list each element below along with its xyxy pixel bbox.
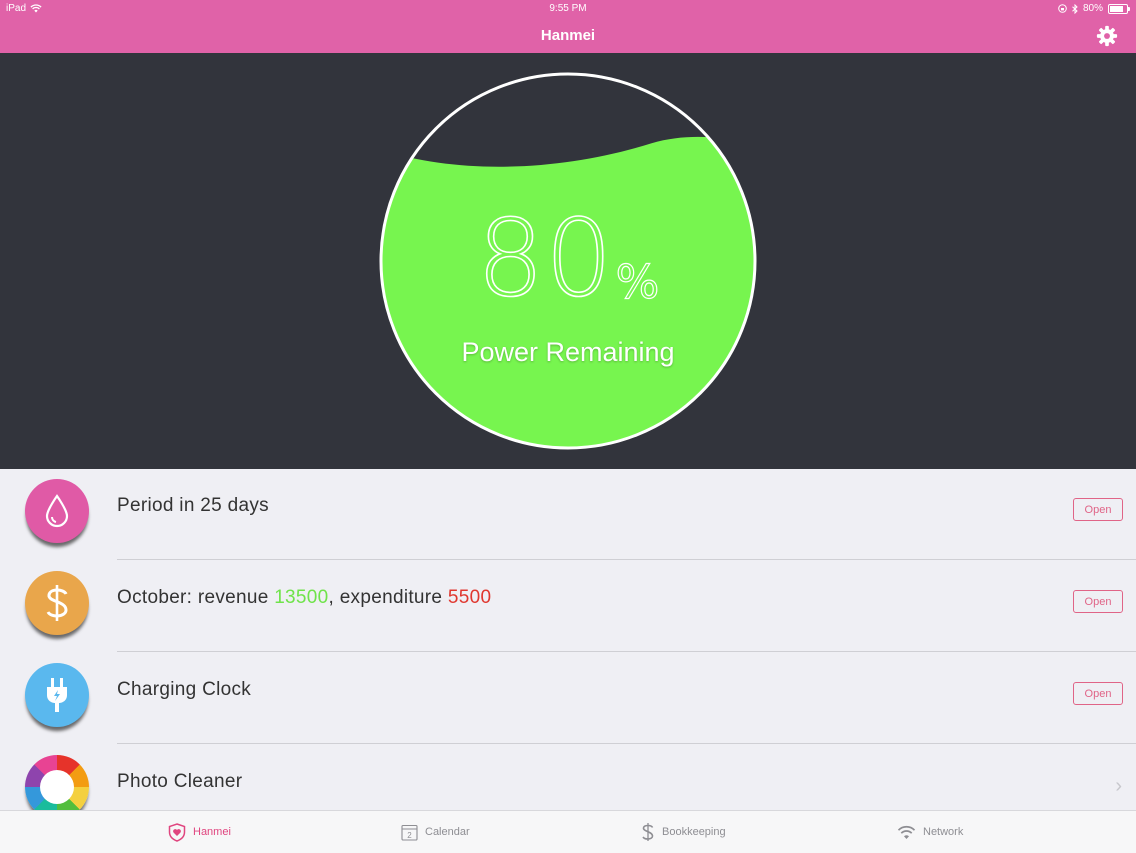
gauge-label: Power Remaining <box>461 337 675 367</box>
power-hero: 80 % Power Remaining <box>0 53 1136 469</box>
heart-shield-icon <box>168 822 186 842</box>
chevron-right-icon[interactable]: › <box>1115 775 1122 798</box>
plug-icon <box>25 663 89 727</box>
drop-icon <box>25 479 89 543</box>
battery-fill <box>1110 5 1123 12</box>
open-button[interactable]: Open <box>1073 682 1123 705</box>
gauge-unit: % <box>615 255 660 309</box>
label-middle: , expenditure <box>328 587 448 608</box>
photo-wheel-center <box>40 770 74 804</box>
open-button[interactable]: Open <box>1073 498 1123 521</box>
label-prefix: October: revenue <box>117 587 275 608</box>
tab-bar: Hanmei 2 Calendar Bookkeeping Network <box>0 810 1136 853</box>
tab-label: Hanmei <box>193 826 231 838</box>
bluetooth-icon <box>1072 3 1078 14</box>
charging-clock-label: Charging Clock <box>117 679 252 700</box>
top-bar: iPad 9:55 PM 80% Hanmei <box>0 0 1136 53</box>
calendar-icon: 2 <box>401 824 418 841</box>
tab-network[interactable]: Network <box>897 811 963 853</box>
battery-icon <box>1108 3 1130 14</box>
feature-list: Period in 25 days Open October: revenue … <box>0 469 1136 810</box>
open-button[interactable]: Open <box>1073 590 1123 613</box>
divider <box>117 559 1136 560</box>
list-item-photo-cleaner[interactable]: Photo Cleaner › <box>0 745 1136 810</box>
tab-label: Calendar <box>425 826 470 838</box>
divider <box>117 651 1136 652</box>
bookkeeping-label: October: revenue 13500, expenditure 5500 <box>117 587 491 609</box>
gauge-value: 80 <box>476 197 614 320</box>
orientation-lock-icon <box>1058 4 1067 13</box>
gauge-percent: 80 % <box>378 197 758 320</box>
divider <box>117 743 1136 744</box>
dollar-icon <box>25 571 89 635</box>
nav-title: Hanmei <box>540 27 596 44</box>
tab-bookkeeping[interactable]: Bookkeeping <box>641 811 726 853</box>
photo-wheel-icon <box>25 755 89 810</box>
tab-hanmei[interactable]: Hanmei <box>168 811 231 853</box>
status-right: 80% <box>1058 3 1130 14</box>
status-bar: iPad 9:55 PM 80% <box>0 0 1136 18</box>
revenue-value: 13500 <box>274 587 329 608</box>
calendar-day: 2 <box>407 831 412 840</box>
battery-percent: 80% <box>1082 3 1103 14</box>
period-label: Period in 25 days <box>117 495 269 516</box>
list-item-bookkeeping[interactable]: October: revenue 13500, expenditure 5500… <box>0 561 1136 652</box>
status-time: 9:55 PM <box>549 3 587 14</box>
wifi-icon <box>897 825 916 839</box>
expenditure-value: 5500 <box>447 587 492 608</box>
gauge-text: 80 % Power Remaining <box>378 71 758 451</box>
tab-calendar[interactable]: 2 Calendar <box>401 811 470 853</box>
tab-label: Network <box>923 826 964 838</box>
dollar-sign-icon <box>642 823 654 841</box>
list-item-charging-clock[interactable]: Charging Clock Open <box>0 653 1136 744</box>
list-item-period[interactable]: Period in 25 days Open <box>0 469 1136 560</box>
gear-icon[interactable] <box>1096 25 1118 47</box>
photo-cleaner-label: Photo Cleaner <box>117 771 243 792</box>
tab-label: Bookkeeping <box>662 826 726 838</box>
